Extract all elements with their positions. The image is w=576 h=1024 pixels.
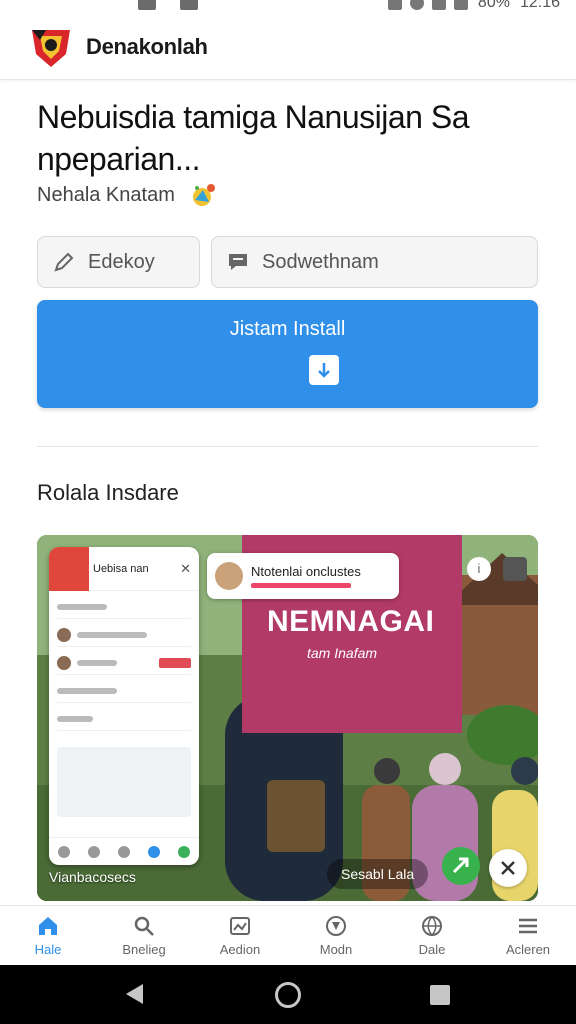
arrow-icon (452, 857, 469, 874)
app-title: Denakonlah (86, 33, 208, 59)
nav-item-globe[interactable]: Dale (384, 906, 480, 965)
list-item (57, 707, 191, 731)
install-button-label: Jistam Install (229, 318, 346, 340)
status-bar: 80% 12:16 (0, 0, 576, 14)
nav-item-menu[interactable]: Acleren (480, 906, 576, 965)
phone-logo-icon (49, 547, 89, 591)
pencil-icon (54, 252, 74, 272)
nav-item-label: Modn (319, 942, 353, 957)
more-icon[interactable] (503, 557, 527, 581)
app-header: Denakonlah (0, 14, 576, 80)
nav-item-label: Bnelieg (122, 942, 166, 957)
close-icon (501, 861, 515, 875)
menu-icon (519, 918, 537, 934)
nav-item-media[interactable]: Aedion (192, 906, 288, 965)
notification-icon (180, 0, 198, 10)
image-caption: Vianbacosecs (49, 869, 136, 885)
celebration-emoji-icon (192, 184, 215, 206)
compass-icon (326, 916, 346, 936)
battery-level: 80% (477, 0, 510, 11)
back-icon[interactable] (126, 984, 143, 1004)
status-right: 80% 12:16 (387, 0, 560, 12)
install-button[interactable]: Jistam Install (37, 300, 538, 408)
alarm-icon (409, 0, 424, 10)
nav-item-search[interactable]: Bnelieg (96, 906, 192, 965)
download-icon (309, 355, 339, 385)
home-icon (39, 917, 57, 935)
page-subtitle-row: Nehala Knatam (37, 180, 219, 210)
comment-icon (229, 254, 247, 270)
nav-item-label: Dale (418, 942, 446, 957)
hero-image[interactable]: NEMNAGAI tam Inafam Ntotenlai onclustes … (37, 535, 538, 901)
notification-bar (251, 583, 351, 588)
nav-item-label: Hale (34, 942, 62, 957)
clock: 12:16 (519, 0, 560, 11)
notification-icon (138, 0, 156, 10)
avatar (215, 562, 243, 590)
comment-button[interactable]: Sodwethnam (211, 236, 538, 288)
phone-header-title: Uebisa nan (93, 562, 149, 575)
banner-title: NEMNAGAI (267, 605, 435, 638)
wifi-icon (431, 0, 446, 10)
page-title: Nebuisdia tamiga Nanusijan Sa npeparian.… (37, 99, 469, 177)
section-title: Rolala Insdare (37, 480, 179, 505)
map-thumbnail (57, 747, 191, 817)
phone-header: Uebisa nan ✕ (49, 547, 199, 591)
phone-tabbar (49, 837, 199, 865)
globe-icon (422, 916, 442, 937)
bottom-navigation: Hale Bnelieg Aedion Modn Dale Acleren (0, 905, 576, 965)
nav-item-label: Acleren (505, 942, 551, 957)
list-item (57, 595, 191, 619)
status-notification-icons (138, 0, 198, 10)
system-navigation-bar (0, 965, 576, 1024)
list-item (57, 623, 191, 647)
edit-button-label: Edekoy (88, 250, 155, 273)
dismiss-button[interactable] (489, 849, 527, 887)
image-tag: Sesabl Lala (327, 859, 429, 889)
close-icon: ✕ (180, 561, 191, 576)
divider (37, 446, 538, 447)
info-icon[interactable]: i (467, 557, 491, 581)
status-icons (387, 0, 468, 10)
nav-item-home[interactable]: Hale (0, 906, 96, 965)
mute-icon (387, 0, 402, 10)
notification-title: Ntotenlai onclustes (251, 564, 361, 579)
edit-button[interactable]: Edekoy (37, 236, 200, 288)
signal-icon (453, 0, 468, 10)
search-icon (134, 916, 154, 936)
list-item (57, 651, 191, 675)
phone-screenshot: Uebisa nan ✕ (49, 547, 199, 865)
home-button-icon[interactable] (275, 982, 301, 1008)
banner-subtitle: tam Inafam (307, 645, 378, 661)
list-item (57, 679, 191, 703)
nav-item-label: Aedion (219, 942, 261, 957)
comment-button-label: Sodwethnam (262, 250, 379, 273)
page-subtitle: Nehala Knatam (37, 183, 175, 206)
notification-card[interactable]: Ntotenlai onclustes (207, 553, 399, 599)
nav-item-explore[interactable]: Modn (288, 906, 384, 965)
media-icon (230, 917, 250, 935)
app-logo-icon (32, 29, 70, 67)
share-button[interactable] (442, 847, 480, 885)
recents-icon[interactable] (430, 985, 450, 1005)
